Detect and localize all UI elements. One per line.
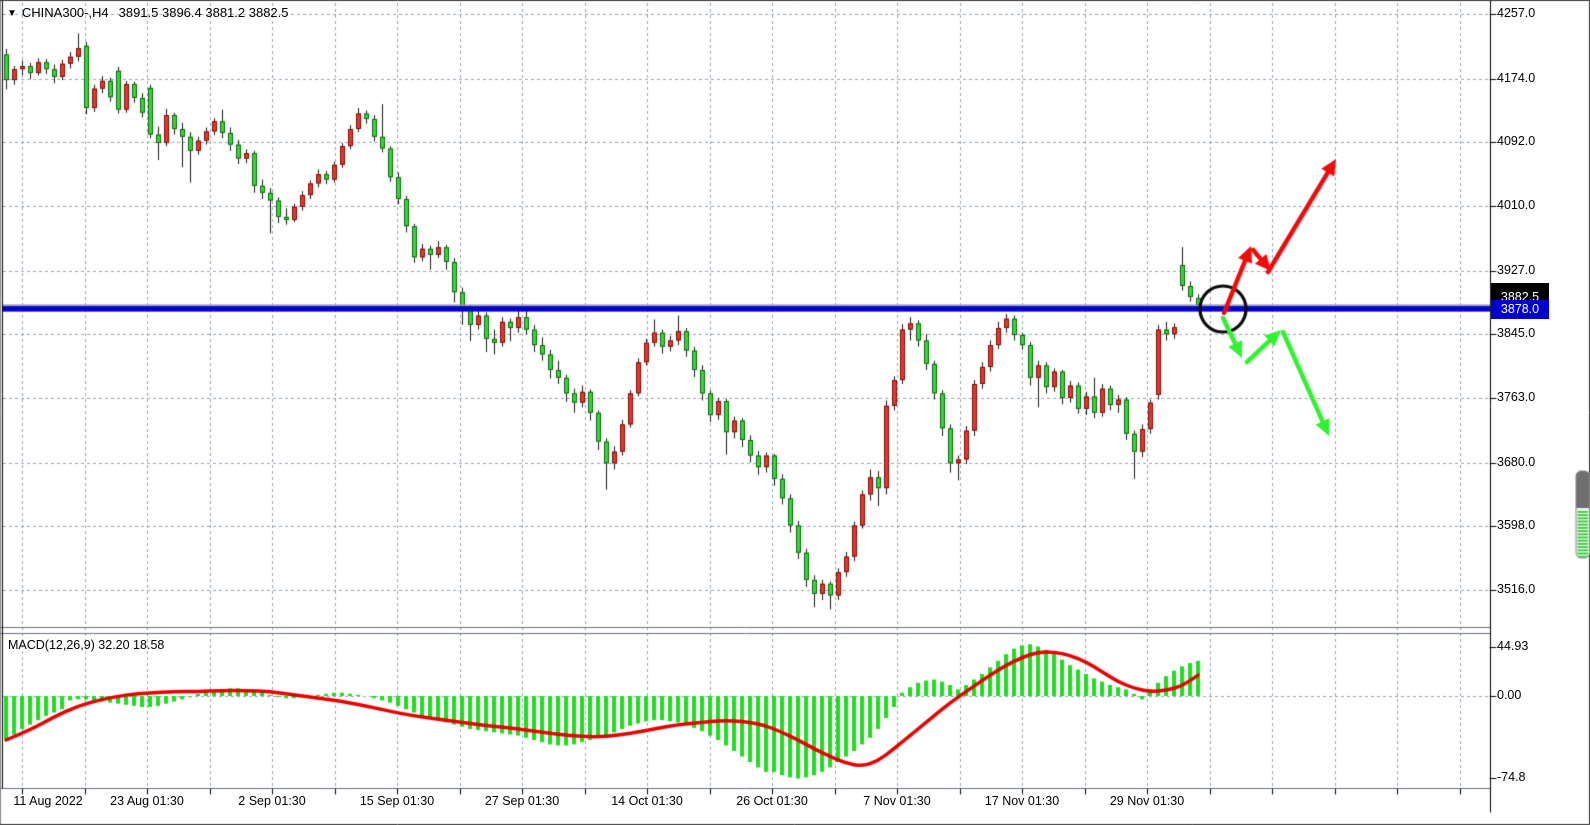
- date-axis-label: 29 Nov 01:30: [1110, 794, 1184, 808]
- price-axis-label: 4092.0: [1497, 134, 1535, 148]
- price-axis-label: 4174.0: [1497, 71, 1535, 85]
- price-axis-label: 3927.0: [1497, 263, 1535, 277]
- dropdown-triangle-icon[interactable]: ▼: [7, 8, 17, 19]
- date-axis-label: 14 Oct 01:30: [611, 794, 683, 808]
- ohlc-values-label: 3891.5 3896.4 3881.2 3882.5: [119, 5, 289, 20]
- price-axis-label: 3845.0: [1497, 326, 1535, 340]
- price-axis-label: 3598.0: [1497, 518, 1535, 532]
- chart-canvas[interactable]: [0, 0, 1590, 825]
- price-axis-label: 4257.0: [1497, 6, 1535, 20]
- price-axis-label: 3680.0: [1497, 455, 1535, 469]
- chart-window: ▼ CHINA300-,H4 3891.5 3896.4 3881.2 3882.5…: [0, 0, 1590, 825]
- price-axis-label: 3516.0: [1497, 582, 1535, 596]
- date-axis-label: 23 Aug 01:30: [110, 794, 184, 808]
- date-axis-label: 27 Sep 01:30: [485, 794, 559, 808]
- symbol-title: ▼ CHINA300-,H4 3891.5 3896.4 3881.2 3882.5: [7, 5, 289, 20]
- symbol-timeframe-label: CHINA300-,H4: [22, 5, 109, 20]
- price-axis-label: 4010.0: [1497, 198, 1535, 212]
- macd-axis-label: -74.8: [1497, 770, 1526, 784]
- macd-axis-label: 0.00: [1497, 688, 1521, 702]
- date-axis-label: 11 Aug 2022: [13, 794, 82, 808]
- macd-indicator-label: MACD(12,26,9) 32.20 18.58: [8, 638, 164, 652]
- price-axis-label: 3763.0: [1497, 390, 1535, 404]
- date-axis-label: 7 Nov 01:30: [863, 794, 930, 808]
- date-axis-label: 17 Nov 01:30: [985, 794, 1059, 808]
- macd-axis-label: 44.93: [1497, 639, 1528, 653]
- date-axis-label: 26 Oct 01:30: [736, 794, 808, 808]
- hline-price-badge: 3878.0: [1491, 300, 1549, 319]
- date-axis-label: 15 Sep 01:30: [360, 794, 434, 808]
- current-price-badge: 3882.5: [1491, 283, 1549, 300]
- date-axis-label: 2 Sep 01:30: [238, 794, 305, 808]
